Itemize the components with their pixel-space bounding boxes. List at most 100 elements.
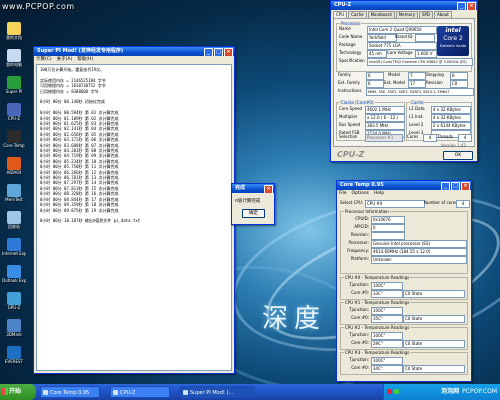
- minimize-button[interactable]: _: [441, 182, 450, 190]
- menu-item[interactable]: File: [339, 190, 347, 197]
- platform-label: Platform:: [350, 256, 369, 261]
- package-label: Package: [339, 42, 356, 47]
- core-temp-label: Core #0:: [351, 365, 369, 370]
- intel-core2-logo: intel Core 2 Extreme inside: [437, 26, 469, 56]
- taskbar: 开始 Core Temp 0.95 CPU-Z Super PI Mod! (.…: [0, 384, 500, 400]
- task-coretemp[interactable]: Core Temp 0.95: [40, 386, 100, 398]
- task-label: Super PI Mod! (...: [190, 390, 234, 396]
- menu-item[interactable]: 计算(C): [36, 56, 52, 63]
- frequency-field: 4614.60MHz (384.55 x 12.0): [371, 248, 467, 256]
- done-dialog-title: 完成: [235, 185, 246, 191]
- cpu-temp-group: CPU #0 - Temperature Readings Tjunction: 1…: [340, 275, 468, 300]
- stepping-field: 6: [450, 72, 468, 80]
- desktop-icon[interactable]: 我的文档: [2, 22, 26, 40]
- tray-icon[interactable]: [394, 389, 399, 394]
- menu-item[interactable]: 帮助(H): [77, 56, 93, 63]
- cpuz-title: CPU-Z: [334, 2, 352, 8]
- tjunction-field: 100C°: [371, 282, 403, 290]
- cores-field: 4: [423, 134, 437, 142]
- desktop-icon[interactable]: Internet Explorer: [2, 238, 26, 256]
- task-cpuz[interactable]: CPU-Z: [110, 386, 170, 398]
- cpuz-titlebar[interactable]: CPU-Z _ ×: [331, 1, 477, 10]
- done-dialog-titlebar[interactable]: 完成 ×: [232, 184, 274, 193]
- start-button[interactable]: 开始: [0, 384, 36, 400]
- close-button[interactable]: ×: [461, 182, 470, 190]
- coretemp-titlebar[interactable]: Core Temp 0.95 _ □ ×: [337, 181, 471, 190]
- desktop-icon-image: [7, 22, 21, 35]
- coretemp-menubar: File Options Help: [337, 190, 471, 197]
- corespeed-field: 4602.1 MHz: [365, 106, 405, 114]
- select-cpu-dropdown[interactable]: CPU #0: [365, 200, 425, 208]
- maximize-button[interactable]: □: [451, 182, 460, 190]
- desktop-icon[interactable]: 我的电脑: [2, 49, 26, 67]
- menu-item[interactable]: Options: [352, 190, 369, 197]
- close-button[interactable]: ×: [224, 48, 233, 56]
- wallpaper-brand-text: 深度: [262, 304, 327, 334]
- processor-group: Processor Name Intel Core 2 Quad QX9650 …: [336, 21, 473, 72]
- desktop-icon-image: [7, 265, 21, 278]
- core-temp-field: 34C°: [371, 365, 403, 373]
- core-temp-field: 35C°: [371, 315, 403, 323]
- task-superpi[interactable]: Super PI Mod! (...: [180, 386, 255, 398]
- platform-field: Unknown: [371, 256, 467, 264]
- desktop-icon[interactable]: 3DMark: [2, 319, 26, 337]
- tab-cache[interactable]: Cache: [348, 11, 367, 18]
- tab-about[interactable]: About: [434, 11, 452, 18]
- num-cores-label: Number of cores: [424, 200, 458, 205]
- menu-item[interactable]: 关于(A): [57, 56, 73, 63]
- superpi-titlebar[interactable]: Super PI Mod! (发神经发专用程序) _ □ ×: [34, 47, 234, 56]
- apicid-field: 0: [371, 224, 405, 232]
- desktop-icon[interactable]: Super PI: [2, 76, 26, 94]
- desktop-icon[interactable]: Outlook Express: [2, 265, 26, 283]
- desktop-icon[interactable]: AIDA64: [2, 157, 26, 175]
- core-temp-label: Core #0:: [351, 340, 369, 345]
- cpuz-tab-panel: Processor Name Intel Core 2 Quad QX9650 …: [333, 18, 475, 147]
- technology-field: 45 nm: [367, 50, 387, 58]
- tab-mainboard[interactable]: Mainboard: [367, 11, 395, 18]
- task-label: CPU-Z: [120, 390, 136, 396]
- threads-label: Threads: [437, 134, 454, 139]
- revision-label: Revision:: [350, 232, 369, 237]
- tab-spd[interactable]: SPD: [418, 11, 434, 18]
- minimize-button[interactable]: _: [457, 2, 466, 10]
- superpi-app-icon: [183, 390, 188, 395]
- watermark-en: PCPOP.COM: [462, 388, 497, 395]
- l2-field: 2 x 6144 KBytes: [431, 122, 471, 130]
- apicid-label: APICID:: [354, 224, 369, 229]
- core-temp-label: Core #0:: [351, 290, 369, 295]
- superpi-log-area[interactable]: 100万位计算开始。重复迭代19次。 实际使用内存 = 2146525184 字节…: [36, 64, 232, 371]
- technology-label: Technology: [339, 50, 362, 55]
- tab-cpu[interactable]: CPU: [333, 11, 348, 18]
- task-label: Core Temp 0.95: [50, 390, 90, 396]
- desktop-icon[interactable]: Core Temp: [2, 130, 26, 148]
- tray-icon[interactable]: [387, 389, 392, 394]
- done-dialog: 完成 × π值计算完成 确定: [231, 183, 275, 225]
- tjunction-label: Tjunction:: [349, 307, 369, 312]
- desktop-icon[interactable]: MemTest: [2, 184, 26, 202]
- desktop-icon[interactable]: 回收站: [2, 211, 26, 229]
- maximize-button[interactable]: □: [214, 48, 223, 56]
- close-button[interactable]: ×: [467, 2, 476, 10]
- desktop-icon[interactable]: CPU-Z: [2, 103, 26, 121]
- spec-label: Specification: [339, 58, 365, 63]
- select-cpu-label: Select CPU:: [340, 200, 364, 205]
- desktop-icon[interactable]: EVEREST: [2, 346, 26, 364]
- ok-button[interactable]: 确定: [242, 209, 265, 218]
- desktop-icon[interactable]: GPU-Z: [2, 292, 26, 310]
- cpuz-ok-button[interactable]: OK: [443, 151, 473, 160]
- close-button[interactable]: ×: [264, 185, 273, 193]
- menu-item[interactable]: Help: [374, 190, 384, 197]
- l1d-label: L1 Data: [409, 106, 425, 111]
- desktop-icon-image: [7, 130, 21, 143]
- tab-memory[interactable]: Memory: [395, 11, 418, 18]
- desktop-icon-label: 3DMark: [6, 332, 22, 337]
- desktop-icon-image: [7, 49, 21, 62]
- cpu-temp-group-title: CPU #1 - Temperature Readings: [344, 300, 411, 305]
- cpuid-label: CPUID:: [355, 216, 369, 221]
- desktop-icon-label: 我的文档: [6, 35, 22, 40]
- selection-dropdown[interactable]: Processor #1: [365, 134, 403, 142]
- windows-flag-icon: [2, 388, 8, 395]
- minimize-button[interactable]: _: [204, 48, 213, 56]
- spec-field: Intel(R) Core(TM)2 Extreme CPU X9650 @ 3…: [367, 58, 473, 66]
- desktop-icon-label: AIDA64: [6, 170, 22, 175]
